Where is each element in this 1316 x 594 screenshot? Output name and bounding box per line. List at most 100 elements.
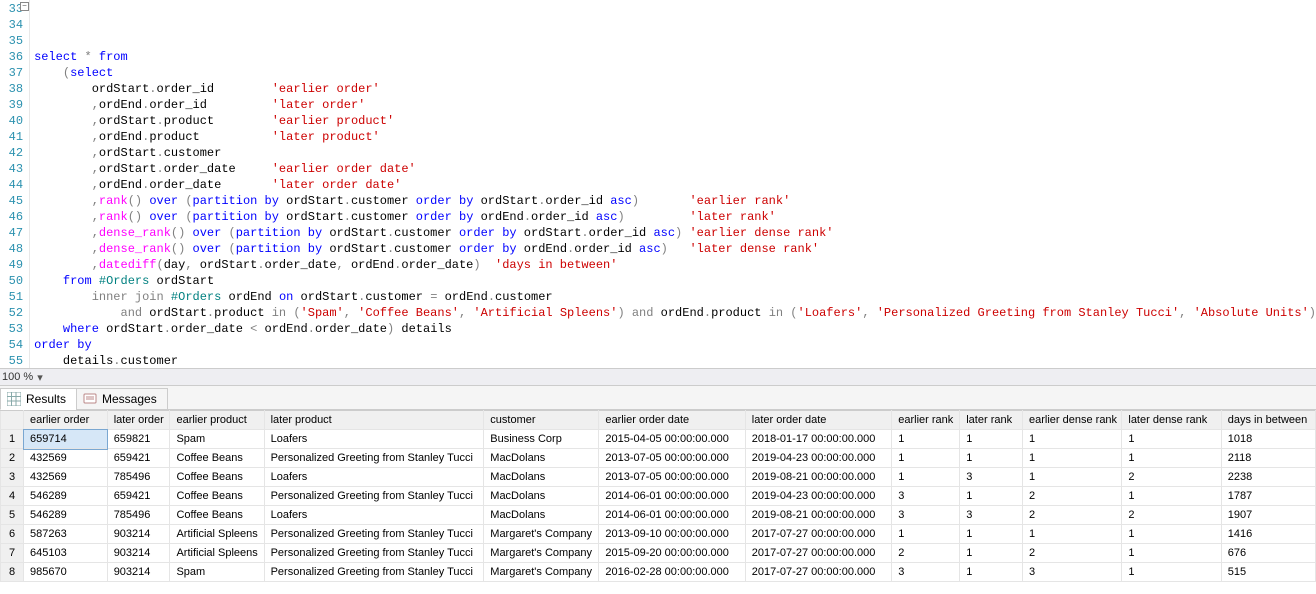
cell[interactable]: Coffee Beans: [170, 487, 264, 506]
cell[interactable]: 2013-07-05 00:00:00.000: [599, 449, 745, 468]
cell[interactable]: Coffee Beans: [170, 506, 264, 525]
code-line[interactable]: ordStart.order_id 'earlier order': [34, 81, 1316, 97]
column-header[interactable]: later dense rank: [1122, 411, 1221, 430]
column-header[interactable]: later order date: [745, 411, 891, 430]
cell[interactable]: Artificial Spleens: [170, 525, 264, 544]
code-line[interactable]: ,ordEnd.product 'later product': [34, 129, 1316, 145]
column-header[interactable]: later product: [264, 411, 484, 430]
cell[interactable]: 659714: [24, 430, 108, 449]
column-header[interactable]: later order: [107, 411, 170, 430]
row-header[interactable]: 7: [1, 544, 24, 563]
code-line[interactable]: ,ordStart.product 'earlier product': [34, 113, 1316, 129]
cell[interactable]: 2014-06-01 00:00:00.000: [599, 487, 745, 506]
cell[interactable]: 1: [1023, 525, 1122, 544]
cell[interactable]: MacDolans: [484, 506, 599, 525]
code-line[interactable]: ,ordEnd.order_date 'later order date': [34, 177, 1316, 193]
cell[interactable]: 2: [1023, 506, 1122, 525]
code-line[interactable]: ,rank() over (partition by ordStart.cust…: [34, 193, 1316, 209]
cell[interactable]: Personalized Greeting from Stanley Tucci: [264, 525, 484, 544]
cell[interactable]: Loafers: [264, 468, 484, 487]
cell[interactable]: 2013-09-10 00:00:00.000: [599, 525, 745, 544]
row-header[interactable]: 5: [1, 506, 24, 525]
cell[interactable]: 1: [1122, 563, 1221, 582]
code-line[interactable]: select * from: [34, 49, 1316, 65]
cell[interactable]: 1787: [1221, 487, 1315, 506]
cell[interactable]: 2019-04-23 00:00:00.000: [745, 487, 891, 506]
cell[interactable]: 1: [892, 430, 960, 449]
table-row[interactable]: 5546289785496Coffee BeansLoafersMacDolan…: [1, 506, 1316, 525]
cell[interactable]: 1416: [1221, 525, 1315, 544]
cell[interactable]: 659421: [107, 487, 170, 506]
code-area[interactable]: − select * from (select ordStart.order_i…: [30, 0, 1316, 368]
cell[interactable]: 1: [1122, 487, 1221, 506]
results-grid-wrapper[interactable]: earlier orderlater orderearlier productl…: [0, 410, 1316, 594]
cell[interactable]: 785496: [107, 506, 170, 525]
fold-toggle-icon[interactable]: −: [20, 2, 29, 11]
cell[interactable]: 3: [892, 506, 960, 525]
code-line[interactable]: (select: [34, 65, 1316, 81]
cell[interactable]: 903214: [107, 525, 170, 544]
code-line[interactable]: ,dense_rank() over (partition by ordStar…: [34, 241, 1316, 257]
cell[interactable]: Margaret's Company: [484, 525, 599, 544]
row-header[interactable]: 3: [1, 468, 24, 487]
cell[interactable]: 2: [1023, 544, 1122, 563]
row-header[interactable]: 2: [1, 449, 24, 468]
cell[interactable]: 1: [960, 563, 1023, 582]
cell[interactable]: 1: [960, 525, 1023, 544]
cell[interactable]: Business Corp: [484, 430, 599, 449]
cell[interactable]: 2017-07-27 00:00:00.000: [745, 544, 891, 563]
cell[interactable]: 2015-09-20 00:00:00.000: [599, 544, 745, 563]
cell[interactable]: Margaret's Company: [484, 563, 599, 582]
cell[interactable]: 587263: [24, 525, 108, 544]
cell[interactable]: Personalized Greeting from Stanley Tucci: [264, 449, 484, 468]
tab-messages[interactable]: Messages: [76, 388, 168, 410]
cell[interactable]: 785496: [107, 468, 170, 487]
cell[interactable]: 1: [1023, 449, 1122, 468]
cell[interactable]: 2014-06-01 00:00:00.000: [599, 506, 745, 525]
cell[interactable]: MacDolans: [484, 449, 599, 468]
column-header[interactable]: days in between: [1221, 411, 1315, 430]
column-header[interactable]: earlier dense rank: [1023, 411, 1122, 430]
row-header[interactable]: 4: [1, 487, 24, 506]
cell[interactable]: Coffee Beans: [170, 449, 264, 468]
cell[interactable]: 1: [1023, 430, 1122, 449]
code-line[interactable]: details.customer: [34, 353, 1316, 368]
cell[interactable]: 676: [1221, 544, 1315, 563]
cell[interactable]: Loafers: [264, 506, 484, 525]
cell[interactable]: 1: [892, 525, 960, 544]
cell[interactable]: 432569: [24, 449, 108, 468]
cell[interactable]: 2: [892, 544, 960, 563]
cell[interactable]: Personalized Greeting from Stanley Tucci: [264, 487, 484, 506]
cell[interactable]: 903214: [107, 563, 170, 582]
table-row[interactable]: 8985670903214SpamPersonalized Greeting f…: [1, 563, 1316, 582]
cell[interactable]: 2017-07-27 00:00:00.000: [745, 525, 891, 544]
code-line[interactable]: from #Orders ordStart: [34, 273, 1316, 289]
grid-corner[interactable]: [1, 411, 24, 430]
row-header[interactable]: 8: [1, 563, 24, 582]
cell[interactable]: 1: [960, 487, 1023, 506]
cell[interactable]: Spam: [170, 563, 264, 582]
cell[interactable]: 432569: [24, 468, 108, 487]
cell[interactable]: 2019-08-21 00:00:00.000: [745, 468, 891, 487]
cell[interactable]: 2016-02-28 00:00:00.000: [599, 563, 745, 582]
column-header[interactable]: earlier order: [24, 411, 108, 430]
column-header[interactable]: customer: [484, 411, 599, 430]
code-line[interactable]: order by: [34, 337, 1316, 353]
cell[interactable]: 3: [960, 468, 1023, 487]
cell[interactable]: 2: [1122, 506, 1221, 525]
cell[interactable]: 546289: [24, 487, 108, 506]
code-line[interactable]: ,ordStart.order_date 'earlier order date…: [34, 161, 1316, 177]
code-line[interactable]: ,ordStart.customer: [34, 145, 1316, 161]
cell[interactable]: 1018: [1221, 430, 1315, 449]
code-line[interactable]: inner join #Orders ordEnd on ordStart.cu…: [34, 289, 1316, 305]
column-header[interactable]: earlier rank: [892, 411, 960, 430]
cell[interactable]: 1: [1122, 544, 1221, 563]
code-line[interactable]: ,datediff(day, ordStart.order_date, ordE…: [34, 257, 1316, 273]
column-header[interactable]: earlier order date: [599, 411, 745, 430]
row-header[interactable]: 6: [1, 525, 24, 544]
code-line[interactable]: ,rank() over (partition by ordStart.cust…: [34, 209, 1316, 225]
sql-editor[interactable]: 3334353637383940414243444546474849505152…: [0, 0, 1316, 368]
cell[interactable]: Coffee Beans: [170, 468, 264, 487]
cell[interactable]: Personalized Greeting from Stanley Tucci: [264, 563, 484, 582]
cell[interactable]: 3: [892, 563, 960, 582]
